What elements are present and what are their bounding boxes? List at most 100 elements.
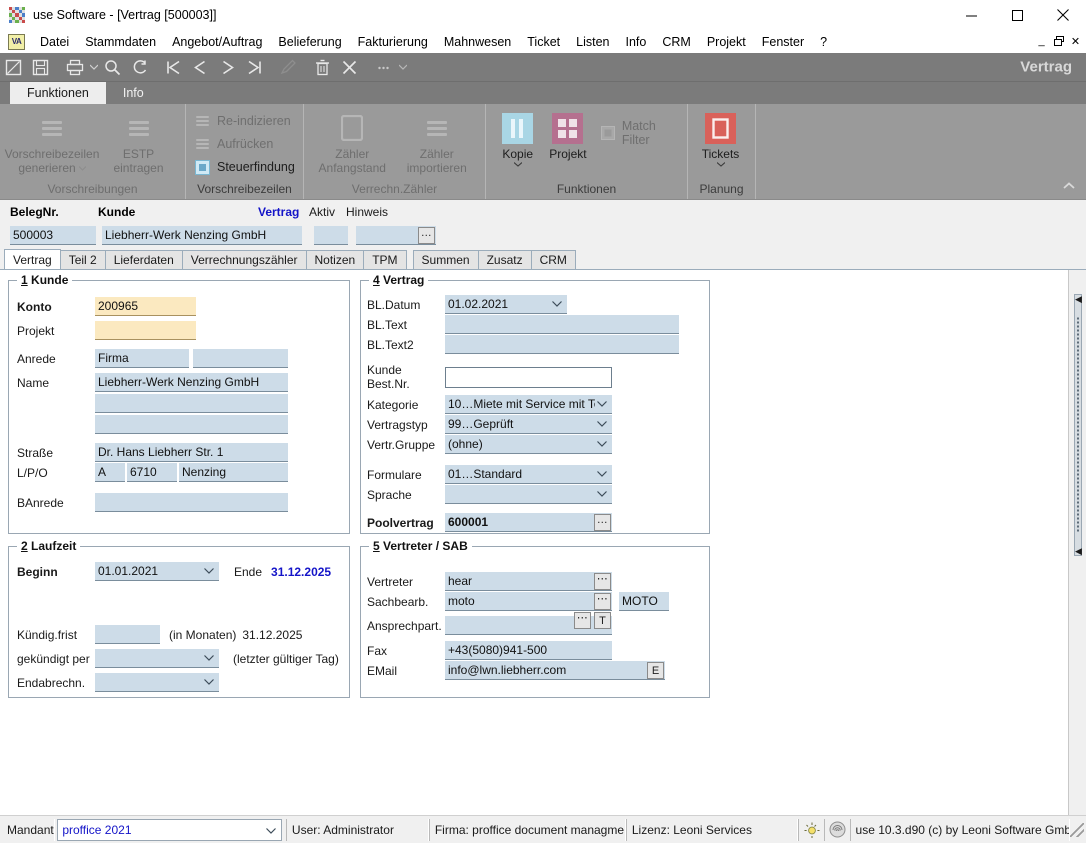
fingerprint-icon[interactable]: [823, 818, 850, 841]
kuendigfrist-input[interactable]: [95, 625, 160, 644]
doc-tab-zusatz[interactable]: Zusatz: [477, 250, 532, 269]
anrede-input[interactable]: [95, 349, 189, 368]
delete-icon[interactable]: [310, 56, 335, 79]
anrede-input-2[interactable]: [193, 349, 288, 368]
kategorie-combo[interactable]: 10…Miete mit Service mit Tone: [445, 395, 612, 414]
refresh-icon[interactable]: [127, 56, 152, 79]
more-dropdown-icon[interactable]: [397, 56, 408, 79]
menu-stammdaten[interactable]: Stammdaten: [77, 33, 164, 51]
ribbon-tab-funktionen[interactable]: Funktionen: [10, 82, 106, 104]
splitter-track[interactable]: ◀ ◀: [1074, 294, 1082, 556]
bl-datum-datepicker[interactable]: 01.02.2021: [445, 295, 567, 314]
strasse-input[interactable]: [95, 443, 288, 462]
ribbon-collapse-icon[interactable]: [1060, 177, 1078, 195]
doc-tab-vertrag[interactable]: Vertrag: [4, 249, 61, 269]
gekuendigt-per-combo[interactable]: [95, 649, 219, 668]
ribbon-button-projekt[interactable]: Projekt: [541, 109, 594, 161]
ribbon-button-zaehler-importieren[interactable]: Zähler importieren: [395, 109, 480, 175]
ribbon-button-vorschreibezeilen-generieren[interactable]: Vorschreibezeilen generieren: [5, 109, 99, 175]
name-input-2[interactable]: [95, 394, 288, 413]
menu-projekt[interactable]: Projekt: [699, 33, 754, 51]
menu-mahnwesen[interactable]: Mahnwesen: [436, 33, 519, 51]
prev-record-icon[interactable]: [188, 56, 213, 79]
print-dropdown-icon[interactable]: [88, 56, 99, 79]
menu-ticket[interactable]: Ticket: [519, 33, 568, 51]
ribbon-button-estp-eintragen[interactable]: ESTP eintragen: [98, 109, 179, 175]
email-send-button[interactable]: E: [647, 662, 664, 679]
doc-tab-tpm[interactable]: TPM: [363, 250, 407, 269]
resize-grip[interactable]: [1070, 822, 1084, 837]
new-record-icon[interactable]: [1, 56, 26, 79]
panel-splitter[interactable]: ◀ ◀: [1068, 270, 1086, 815]
ort-input[interactable]: [179, 463, 288, 482]
save-icon[interactable]: [28, 56, 53, 79]
konto-input[interactable]: [95, 297, 196, 316]
mdi-minimize-button[interactable]: _: [1033, 32, 1050, 50]
endabrechn-combo[interactable]: [95, 673, 219, 692]
hinweis-ellipsis-button[interactable]: …: [418, 227, 435, 244]
doc-tab-verrechnungszaehler[interactable]: Verrechnungszähler: [181, 250, 307, 269]
sachbearb-input[interactable]: [445, 592, 612, 611]
splitter-collapse-up-icon[interactable]: ◀: [1075, 295, 1082, 304]
cancel-icon[interactable]: [337, 56, 362, 79]
splitter-collapse-down-icon[interactable]: ◀: [1075, 547, 1082, 556]
ribbon-button-zaehler-anfangstand[interactable]: Zähler Anfangstand: [310, 109, 395, 175]
bulb-icon[interactable]: [798, 818, 824, 841]
more-icon[interactable]: [371, 56, 396, 79]
aktiv-input[interactable]: [314, 226, 348, 245]
menu-listen[interactable]: Listen: [568, 33, 617, 51]
doc-tab-teil-2[interactable]: Teil 2: [59, 250, 106, 269]
fax-input[interactable]: [445, 641, 612, 660]
maximize-button[interactable]: [994, 0, 1040, 30]
vertr-gruppe-combo[interactable]: (ohne): [445, 435, 612, 454]
ribbon-button-tickets[interactable]: Tickets: [692, 109, 749, 168]
menu-datei[interactable]: Datei: [32, 33, 77, 51]
sprache-combo[interactable]: [445, 485, 612, 504]
ansprechpart-ellipsis-button[interactable]: ⋯: [574, 612, 591, 629]
email-input[interactable]: [445, 661, 665, 680]
close-button[interactable]: [1040, 0, 1086, 30]
vertragstyp-combo[interactable]: 99…Geprüft: [445, 415, 612, 434]
doc-tab-crm[interactable]: CRM: [530, 250, 576, 269]
search-icon[interactable]: [100, 56, 125, 79]
minimize-button[interactable]: [948, 0, 994, 30]
menu-angebot-auftrag[interactable]: Angebot/Auftrag: [164, 33, 270, 51]
print-icon[interactable]: [62, 56, 87, 79]
menu-crm[interactable]: CRM: [654, 33, 698, 51]
kunde-bestnr-input[interactable]: [445, 366, 612, 388]
plz-input[interactable]: [127, 463, 177, 482]
vertreter-input[interactable]: [445, 572, 612, 591]
poolvertrag-ellipsis-button[interactable]: …: [594, 514, 611, 531]
ribbon-button-kopie[interactable]: Kopie: [494, 109, 541, 168]
projekt-input[interactable]: [95, 321, 196, 340]
chevron-down-icon[interactable]: [513, 162, 523, 168]
menu-belieferung[interactable]: Belieferung: [270, 33, 349, 51]
next-record-icon[interactable]: [215, 56, 240, 79]
doc-tab-lieferdaten[interactable]: Lieferdaten: [104, 250, 183, 269]
menu-help[interactable]: ?: [812, 33, 835, 51]
doc-tab-notizen[interactable]: Notizen: [305, 250, 365, 269]
poolvertrag-input[interactable]: [445, 513, 612, 532]
chevron-down-icon[interactable]: [716, 162, 725, 168]
mandant-combo[interactable]: proffice 2021: [57, 818, 282, 841]
land-input[interactable]: [95, 463, 125, 482]
menu-info[interactable]: Info: [618, 33, 655, 51]
sachbearb-ellipsis-button[interactable]: ⋯: [594, 593, 611, 610]
banrede-input[interactable]: [95, 493, 288, 512]
bl-text-input[interactable]: [445, 315, 679, 334]
kunde-input[interactable]: [102, 226, 302, 245]
doc-tab-summen[interactable]: Summen: [412, 250, 479, 269]
menu-fakturierung[interactable]: Fakturierung: [350, 33, 436, 51]
sachbearb-code-input[interactable]: [619, 592, 669, 611]
mdi-close-button[interactable]: ✕: [1067, 32, 1084, 50]
menu-fenster[interactable]: Fenster: [754, 33, 812, 51]
first-record-icon[interactable]: [161, 56, 186, 79]
mdi-restore-button[interactable]: [1050, 32, 1067, 50]
vertreter-ellipsis-button[interactable]: ⋯: [594, 573, 611, 590]
beginn-datepicker[interactable]: 01.01.2021: [95, 562, 219, 581]
ribbon-tab-info[interactable]: Info: [106, 82, 161, 104]
name-input-3[interactable]: [95, 415, 288, 434]
formulare-combo[interactable]: 01…Standard: [445, 465, 612, 484]
name-input-1[interactable]: [95, 373, 288, 392]
last-record-icon[interactable]: [242, 56, 267, 79]
